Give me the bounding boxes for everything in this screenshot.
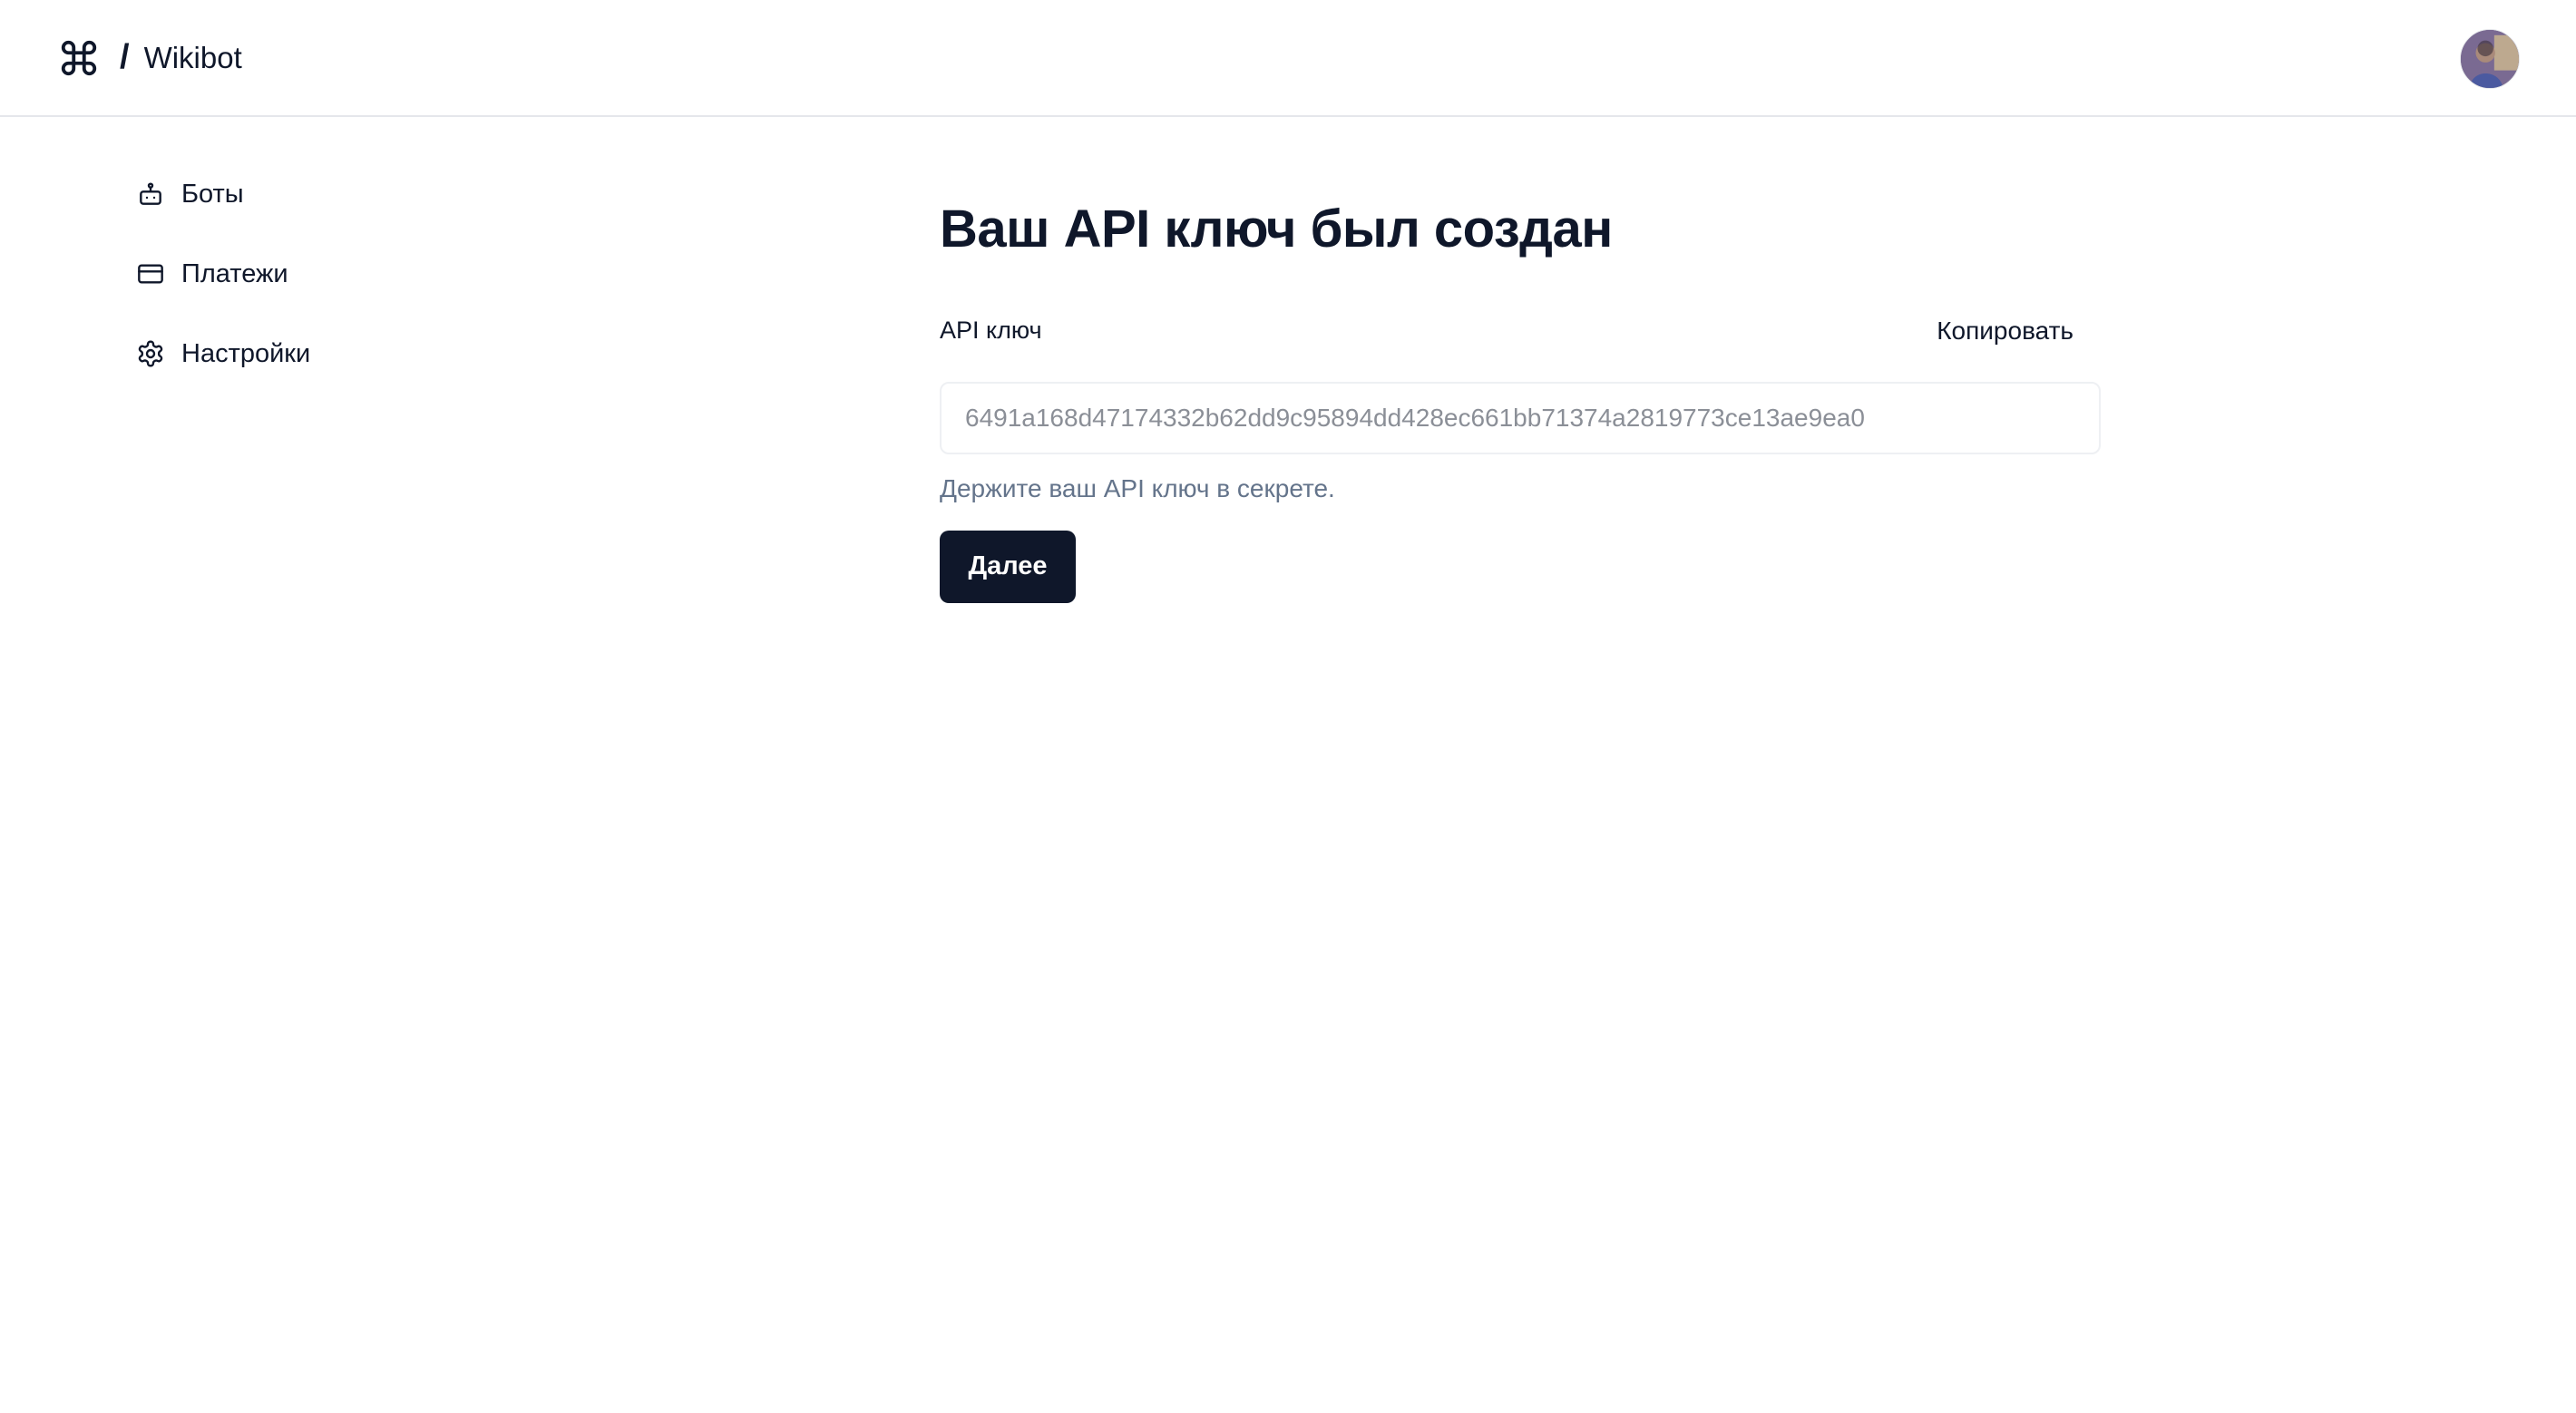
app-name: Wikibot: [143, 40, 242, 74]
avatar-image: [2461, 30, 2519, 88]
sidebar-item-label: Боты: [181, 179, 244, 209]
secret-hint: Держите ваш API ключ в секрете.: [940, 473, 1335, 502]
sidebar-item-label: Настройки: [181, 338, 311, 368]
main-content: Ваш API ключ был создан API ключ Копиров…: [940, 200, 2101, 603]
top-bar: / Wikibot: [0, 0, 2576, 117]
sidebar-item-label: Платежи: [181, 258, 288, 288]
sidebar: Боты Платежи Настройки: [136, 172, 590, 412]
credit-card-icon: [138, 264, 163, 284]
bot-icon: [140, 182, 161, 205]
gear-icon: [138, 340, 163, 367]
next-button[interactable]: Далее: [940, 530, 1076, 603]
page-title: Ваш API ключ был создан: [940, 200, 1613, 258]
sidebar-item-settings[interactable]: Настройки: [136, 332, 590, 375]
api-key-header: API ключ Копировать: [940, 317, 2101, 346]
user-avatar[interactable]: [2460, 29, 2520, 89]
sidebar-item-bots[interactable]: Боты: [136, 172, 590, 216]
command-icon: [61, 40, 97, 75]
copy-button[interactable]: Копировать: [1937, 317, 2073, 346]
api-key-input[interactable]: [940, 381, 2101, 454]
brand-separator: /: [120, 38, 130, 76]
brand[interactable]: / Wikibot: [58, 37, 242, 79]
api-key-label: API ключ: [940, 317, 1042, 345]
sidebar-item-payments[interactable]: Платежи: [136, 252, 590, 296]
